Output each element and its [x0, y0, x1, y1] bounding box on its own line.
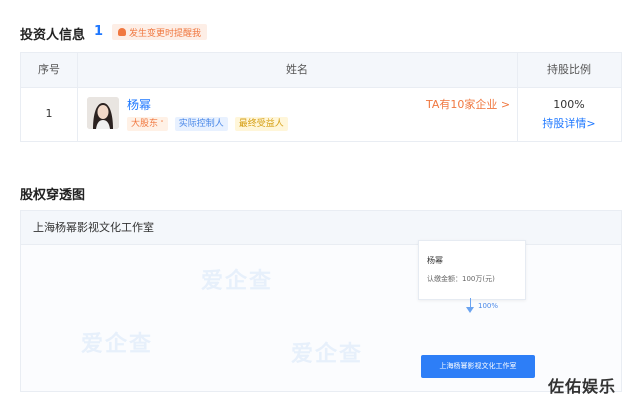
- shareholder-count: 1: [94, 24, 104, 39]
- arrow-down-icon: [466, 307, 474, 313]
- change-remind-label: 发生变更时提醒我: [129, 28, 202, 39]
- bell-icon: [118, 28, 126, 36]
- penetration-panel-header: 上海杨幂影视文化工作室: [21, 211, 621, 245]
- column-header-name: 姓名: [286, 63, 308, 76]
- shareholder-tags: 大股东 ˅ 实际控制人 最终受益人: [127, 117, 288, 131]
- column-header-ratio: 持股比例: [547, 63, 591, 76]
- shareholder-section-title: 投资人信息: [20, 28, 86, 43]
- tag-actual-controller: 实际控制人: [174, 117, 228, 131]
- chevron-down-icon: ˅: [158, 120, 164, 128]
- shareholder-node[interactable]: 杨幂 认缴金额：100万(元): [418, 240, 526, 300]
- footer-watermark: 佐佑娱乐: [548, 377, 617, 396]
- row-index: 1: [45, 107, 53, 120]
- tag-ultimate-beneficiary: 最终受益人: [234, 117, 288, 131]
- node-subscribed-capital: 认缴金额：100万(元): [427, 275, 495, 283]
- target-company-node[interactable]: 上海杨幂影视文化工作室: [421, 355, 535, 378]
- penetration-section-title: 股权穿透图: [20, 188, 86, 203]
- column-header-index: 序号: [38, 63, 60, 76]
- watermark: 爱企查: [81, 332, 154, 357]
- change-remind-button[interactable]: 发生变更时提醒我: [112, 24, 208, 40]
- share-ratio: 100%: [553, 98, 585, 111]
- penetration-company-name: 上海杨幂影视文化工作室: [33, 221, 154, 234]
- shareholder-table: 序号 姓名 持股比例 1 杨幂 大股东 ˅ 实际控制人 最终受益人 TA有10家…: [20, 52, 622, 142]
- edge-percent: 100%: [478, 302, 499, 310]
- watermark: 爱企查: [291, 342, 364, 367]
- person-avatar-icon: [87, 97, 119, 129]
- company-count-link[interactable]: TA有10家企业 >: [426, 96, 510, 112]
- table-header: 序号 姓名 持股比例: [21, 53, 621, 88]
- avatar[interactable]: [87, 97, 119, 129]
- tag-major-shareholder[interactable]: 大股东 ˅: [127, 117, 168, 131]
- share-detail-link[interactable]: 持股详情>: [517, 115, 621, 131]
- shareholder-name-link[interactable]: 杨幂: [127, 96, 151, 113]
- watermark: 爱企查: [201, 269, 274, 294]
- column-divider: [77, 53, 78, 141]
- node-shareholder-name: 杨幂: [427, 256, 443, 265]
